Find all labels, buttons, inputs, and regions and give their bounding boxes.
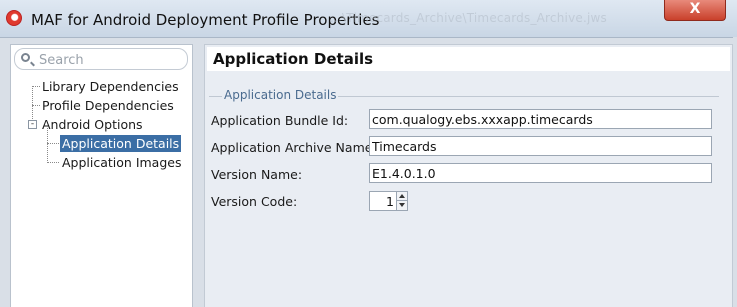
sidebar-item-label: Library Dependencies	[42, 79, 179, 94]
title-bar: MAF for Android Deployment Profile Prope…	[0, 0, 737, 38]
sidebar-item-label: Application Details	[62, 136, 180, 151]
search-input[interactable]	[37, 51, 181, 69]
sidebar-item-label: Profile Dependencies	[42, 98, 174, 113]
window-edge	[733, 37, 737, 307]
sidebar-item-label: Android Options	[42, 117, 143, 132]
spin-up-icon[interactable]	[396, 192, 407, 201]
version-name-field[interactable]	[369, 163, 712, 183]
sidebar-item-label: Application Images	[62, 155, 182, 170]
version-code-stepper[interactable]: 1	[369, 191, 408, 211]
bundle-id-field[interactable]	[369, 109, 712, 129]
panel-splitter[interactable]	[194, 44, 204, 307]
archive-name-field[interactable]	[369, 136, 712, 156]
close-button[interactable]: X	[664, 0, 726, 21]
sidebar-item-android-options[interactable]: Android Options	[42, 116, 143, 133]
collapse-icon[interactable]: -	[28, 120, 37, 129]
version-name-label: Version Name:	[211, 167, 303, 182]
sidebar-item-profile-dependencies[interactable]: Profile Dependencies	[42, 97, 174, 114]
search-box[interactable]	[14, 48, 188, 70]
window-title: MAF for Android Deployment Profile Prope…	[31, 11, 380, 29]
spin-down-icon[interactable]	[396, 201, 407, 210]
tree-connector	[47, 162, 59, 163]
navigation-panel: Library Dependencies Profile Dependencie…	[10, 44, 193, 307]
tree-connector	[47, 128, 48, 163]
archive-name-label: Application Archive Name:	[211, 140, 377, 155]
sidebar-item-application-images[interactable]: Application Images	[62, 154, 181, 171]
ghost-title-path: ...\Timecards_Archive\Timecards_Archive.…	[330, 11, 607, 25]
group-title: Application Details	[222, 88, 339, 102]
app-icon	[6, 10, 22, 26]
details-panel: Application Details Application Details …	[204, 44, 733, 307]
sidebar-item-library-dependencies[interactable]: Library Dependencies	[42, 78, 179, 95]
tree-connector	[32, 105, 40, 106]
version-code-label: Version Code:	[211, 194, 298, 209]
page-title: Application Details	[207, 47, 730, 71]
sidebar-item-application-details[interactable]: Application Details	[60, 135, 182, 152]
tree-connector	[47, 143, 59, 144]
search-icon	[21, 53, 30, 62]
tree-connector	[32, 86, 40, 87]
bundle-id-label: Application Bundle Id:	[211, 113, 349, 128]
version-code-value: 1	[386, 194, 394, 209]
